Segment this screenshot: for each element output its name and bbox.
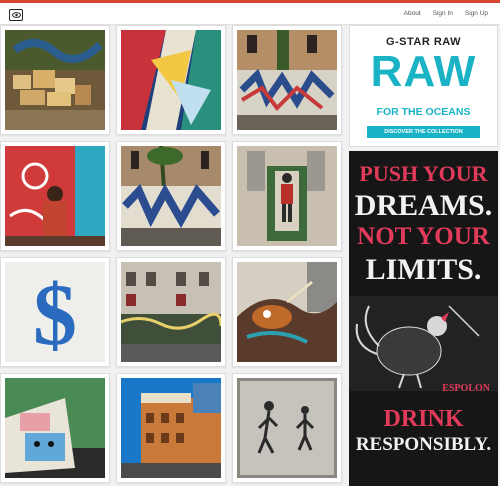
photo-tile[interactable] (116, 25, 226, 135)
photo-image (121, 30, 221, 130)
espolon-brand: ESPOLON (442, 383, 490, 394)
photo-tile[interactable] (232, 257, 342, 367)
photo-tile[interactable] (116, 141, 226, 251)
svg-text:$: $ (33, 267, 77, 362)
photo-tile[interactable] (232, 141, 342, 251)
espolon-line-3: NOT YOUR (357, 223, 490, 250)
photo-tile[interactable] (116, 373, 226, 483)
nav-sign-in-link[interactable]: Sign In (433, 10, 453, 17)
top-nav: About Sign In Sign Up (404, 10, 488, 17)
sidebar-ads: G-STAR RAW RAW FOR THE OCEANS DISCOVER T… (349, 25, 500, 486)
espolon-line-2: DREAMS. (354, 189, 493, 222)
gstar-tagline: FOR THE OCEANS (376, 106, 471, 118)
photo-image (237, 262, 337, 362)
photo-image (121, 378, 221, 478)
espolon-line-1: PUSH YOUR (359, 161, 488, 186)
photo-tile[interactable] (232, 373, 342, 483)
photo-image (237, 378, 337, 478)
photo-image (5, 378, 105, 478)
espolon-ad[interactable]: PUSH YOUR DREAMS. NOT YOUR LIMITS. ESPOL… (349, 151, 498, 486)
photo-tile[interactable]: $ (0, 257, 110, 367)
header-bar: About Sign In Sign Up (0, 3, 500, 25)
photo-image (5, 30, 105, 130)
photo-tile[interactable] (232, 25, 342, 135)
espolon-line-5: DRINK (383, 406, 464, 432)
photo-image (121, 262, 221, 362)
photo-tile[interactable] (0, 25, 110, 135)
gstar-headline: RAW (370, 47, 477, 96)
photo-image (237, 30, 337, 130)
photo-image: $ (5, 262, 105, 362)
rooster-icon (349, 296, 498, 391)
photo-tile[interactable] (0, 141, 110, 251)
espolon-line-4: LIMITS. (365, 253, 482, 286)
photo-image (237, 146, 337, 246)
nav-sign-up-link[interactable]: Sign Up (465, 10, 488, 17)
photo-tile[interactable] (116, 257, 226, 367)
gstar-ad[interactable]: G-STAR RAW RAW FOR THE OCEANS DISCOVER T… (349, 25, 498, 147)
nav-about-link[interactable]: About (404, 10, 421, 17)
gstar-cta-button[interactable]: DISCOVER THE COLLECTION (367, 126, 480, 138)
photo-image (5, 146, 105, 246)
espolon-line-6: RESPONSIBLY. (355, 434, 492, 455)
photo-tile[interactable] (0, 373, 110, 483)
photo-grid: $ (0, 25, 345, 486)
photo-image (121, 146, 221, 246)
eye-icon[interactable] (9, 9, 23, 21)
